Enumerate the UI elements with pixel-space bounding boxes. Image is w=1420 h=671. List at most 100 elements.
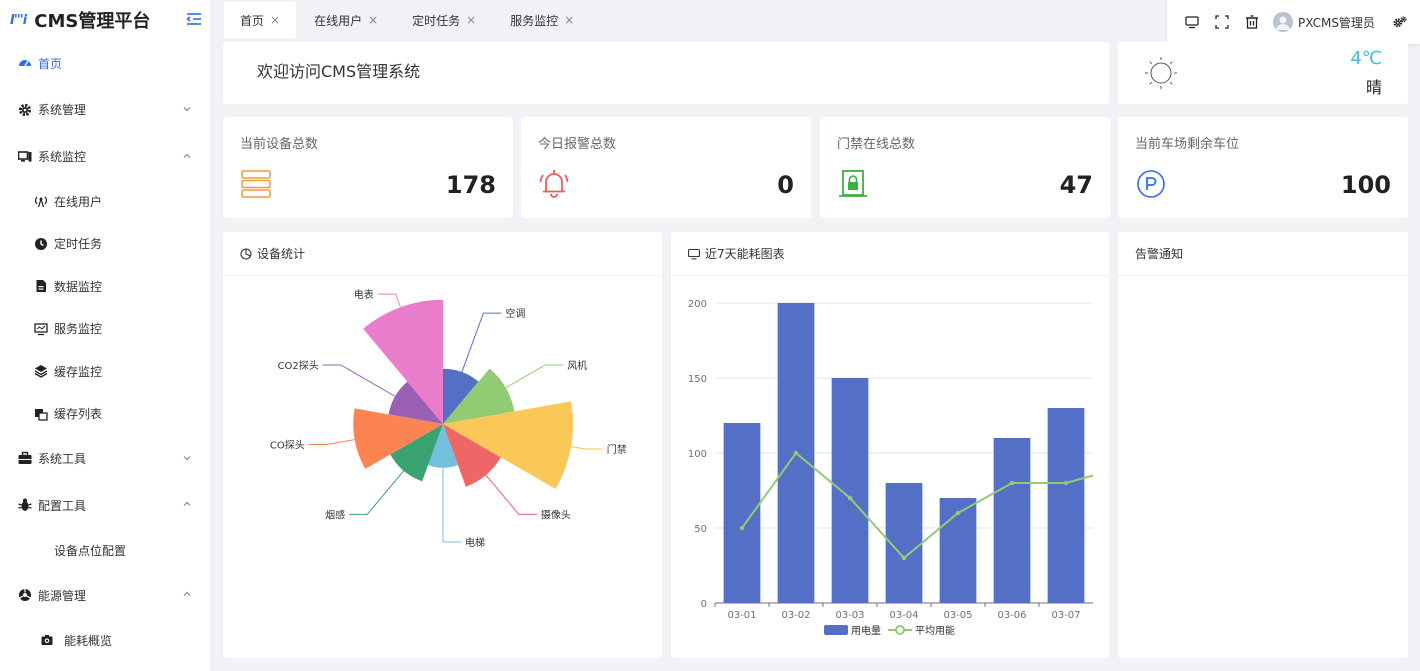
- welcome-panel: 欢迎访问CMS管理系统: [223, 42, 1109, 104]
- fullscreen-icon[interactable]: [1215, 15, 1229, 29]
- toolbox-icon: [18, 451, 32, 465]
- x-tick-label: 03-04: [889, 610, 918, 621]
- screen-icon: [34, 322, 48, 336]
- sidebar-menu: 首页 系统管理 系统监控 在线用户 定时任务 数据监控 服务监控 缓存监控 缓存…: [0, 40, 210, 662]
- y-tick-label: 0: [701, 599, 707, 610]
- sidebar: I'''i CMS管理平台 首页 系统管理 系统监控 在线用户 定时任务 数据监…: [0, 0, 210, 671]
- sidebar-item-system-monitor[interactable]: 系统监控: [0, 133, 210, 180]
- average-point[interactable]: [955, 510, 961, 516]
- tab-home[interactable]: 首页 ×: [224, 2, 297, 38]
- sidebar-item-label: 能源管理: [38, 588, 87, 603]
- app-title: CMS管理平台: [34, 11, 151, 32]
- average-point[interactable]: [793, 450, 799, 456]
- device-stats-card: 设备统计 空调 风机 门禁 摄像头 电梯 烟感 CO探头 CO2探头 电表: [223, 232, 662, 658]
- sidebar-item-energy-management[interactable]: 能源管理: [0, 571, 210, 619]
- rose-label-line: [442, 467, 461, 543]
- energy-bar[interactable]: [723, 423, 761, 603]
- energy-bar[interactable]: [1047, 408, 1085, 603]
- stat-title: 当前车场剩余车位: [1135, 137, 1240, 152]
- sun-icon: [1144, 56, 1178, 90]
- y-tick-label: 150: [688, 374, 707, 385]
- sidebar-item-system-tools[interactable]: 系统工具: [0, 435, 210, 481]
- desktop-icon[interactable]: [1185, 15, 1199, 29]
- average-point[interactable]: [1063, 480, 1069, 486]
- close-icon[interactable]: ×: [564, 13, 574, 27]
- average-point[interactable]: [739, 525, 745, 531]
- tab-label: 首页: [240, 13, 265, 28]
- x-tick-label: 03-07: [1051, 610, 1080, 621]
- close-icon[interactable]: ×: [368, 13, 378, 27]
- sidebar-item-cache-list[interactable]: 缓存列表: [0, 393, 210, 436]
- rose-chart: 空调风机门禁摄像头电梯 烟感 CO探头 CO2探头 电表: [270, 288, 627, 549]
- energy-chart: 0 50 100 150 200 03-01 03-02 03-03 03-04 03-05 03-…: [688, 299, 1094, 637]
- close-icon[interactable]: ×: [270, 13, 280, 27]
- sidebar-item-config-tools[interactable]: 配置工具: [0, 481, 210, 529]
- y-tick-label: 100: [688, 449, 707, 460]
- rose-label-line: [461, 312, 502, 373]
- logo-icon: I'''i: [10, 12, 27, 28]
- stat-card-parking: 当前车场剩余车位 100: [1118, 117, 1408, 218]
- server-icon: [241, 169, 271, 199]
- rose-label: 门禁: [607, 443, 627, 456]
- energy-bar[interactable]: [993, 438, 1031, 603]
- sidebar-item-label: 系统监控: [38, 150, 87, 164]
- weather-temperature: 4℃: [1350, 48, 1382, 69]
- settings-icon[interactable]: [1393, 15, 1407, 29]
- tab-service-monitor[interactable]: 服务监控 ×: [494, 2, 590, 38]
- legend-bar-swatch[interactable]: [824, 625, 848, 635]
- monitor-icon: [688, 248, 700, 260]
- sidebar-item-cache-monitor[interactable]: 缓存监控: [0, 350, 210, 393]
- parking-icon: [1136, 169, 1166, 199]
- average-point[interactable]: [901, 555, 907, 561]
- legend-label[interactable]: 用电量: [851, 624, 881, 637]
- chevron-up-icon: [182, 150, 192, 160]
- rose-label-line: [570, 446, 603, 450]
- weather-panel: 4℃ 晴: [1118, 42, 1408, 104]
- close-icon[interactable]: ×: [466, 13, 476, 27]
- username[interactable]: PXCMS管理员: [1298, 14, 1375, 31]
- sidebar-item-label: 系统工具: [38, 451, 87, 466]
- sidebar-item-label: 在线用户: [54, 194, 103, 209]
- stat-title: 今日报警总数: [538, 137, 617, 152]
- list-icon: [34, 407, 48, 421]
- rose-label-line: [349, 470, 405, 515]
- sidebar-item-label: 数据监控: [54, 279, 103, 294]
- chevron-down-icon: [182, 103, 192, 113]
- card-header: 近7天能耗图表: [671, 232, 1109, 276]
- alerts-card: 告警通知: [1118, 232, 1408, 658]
- clock-icon: [34, 237, 48, 251]
- monitor-icon: [18, 150, 32, 164]
- card-title: 设备统计: [257, 247, 306, 261]
- sidebar-item-system-management[interactable]: 系统管理: [0, 86, 210, 133]
- sidebar-item-device-point-config[interactable]: 设备点位配置: [0, 529, 210, 571]
- sidebar-item-energy-overview[interactable]: 能耗概览: [0, 619, 210, 662]
- sidebar-item-home[interactable]: 首页: [0, 40, 210, 86]
- avatar[interactable]: [1273, 12, 1293, 32]
- legend-label[interactable]: 平均用能: [915, 624, 955, 637]
- average-point[interactable]: [847, 495, 853, 501]
- trash-icon[interactable]: [1245, 15, 1259, 29]
- tab-online-users[interactable]: 在线用户 ×: [298, 2, 394, 38]
- layers-icon: [34, 364, 48, 379]
- stat-value: 100: [1340, 171, 1391, 199]
- tab-scheduled-tasks[interactable]: 定时任务 ×: [396, 2, 492, 38]
- rose-label-line: [322, 364, 396, 397]
- sidebar-item-scheduled-tasks[interactable]: 定时任务: [0, 223, 210, 266]
- average-point[interactable]: [1009, 480, 1015, 486]
- sidebar-item-online-users[interactable]: 在线用户: [0, 180, 210, 223]
- sidebar-item-data-monitor[interactable]: 数据监控: [0, 265, 210, 308]
- stat-value: 178: [445, 171, 496, 199]
- chevron-up-icon: [182, 498, 192, 508]
- sidebar-item-label: 系统管理: [38, 103, 87, 117]
- energy-icon: [18, 588, 32, 602]
- energy-bar[interactable]: [831, 378, 869, 603]
- lock-door-icon: [838, 169, 868, 199]
- stat-card-devices: 当前设备总数 178: [223, 117, 513, 218]
- x-tick-label: 03-01: [727, 610, 756, 621]
- y-tick-label: 50: [694, 524, 707, 535]
- sidebar-item-service-monitor[interactable]: 服务监控: [0, 308, 210, 351]
- sidebar-item-label: 缓存监控: [54, 364, 103, 379]
- x-tick-label: 03-03: [835, 610, 864, 621]
- collapse-sidebar-icon[interactable]: [185, 10, 203, 28]
- logo[interactable]: I'''i CMS管理平台: [0, 0, 210, 40]
